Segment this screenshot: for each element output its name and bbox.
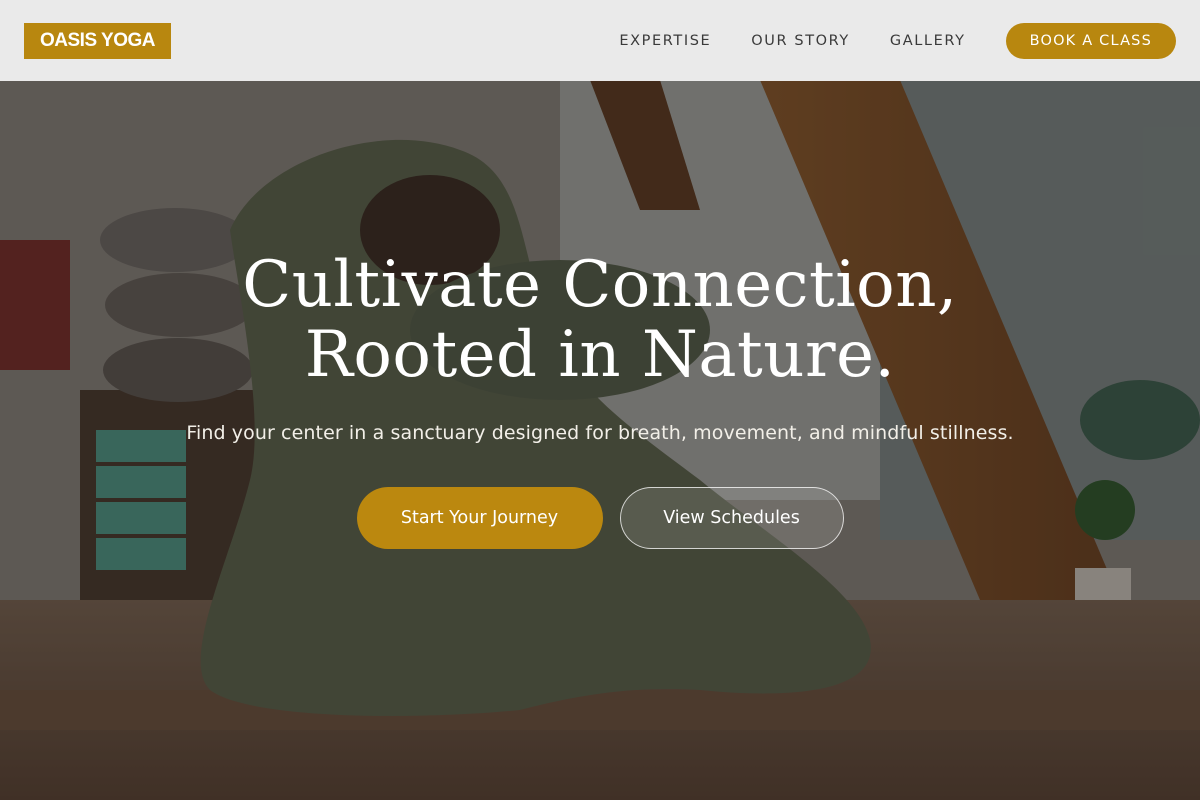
hero-headline-line-1: Cultivate Connection, [242, 248, 958, 322]
hero-content: Cultivate Connection, Rooted in Nature. … [0, 250, 1200, 549]
nav-link-our-story[interactable]: OUR STORY [751, 33, 850, 49]
nav-link-expertise[interactable]: EXPERTISE [619, 33, 711, 49]
start-journey-button[interactable]: Start Your Journey [356, 487, 603, 549]
hero-headline-line-2: Rooted in Nature. [304, 318, 896, 392]
main-nav: EXPERTISE OUR STORY GALLERY [619, 33, 965, 49]
nav-link-gallery[interactable]: GALLERY [890, 33, 966, 49]
hero-subtitle: Find your center in a sanctuary designed… [186, 422, 1014, 444]
view-schedules-button[interactable]: View Schedules [619, 487, 844, 549]
hero-section: Cultivate Connection, Rooted in Nature. … [0, 0, 1200, 800]
hero-buttons: Start Your Journey View Schedules [0, 487, 1200, 549]
hero-headline: Cultivate Connection, Rooted in Nature. [0, 250, 1200, 390]
top-navbar: OASIS YOGA EXPERTISE OUR STORY GALLERY B… [0, 0, 1200, 81]
book-class-button[interactable]: BOOK A CLASS [1005, 22, 1176, 59]
brand-logo[interactable]: OASIS YOGA [24, 22, 172, 59]
